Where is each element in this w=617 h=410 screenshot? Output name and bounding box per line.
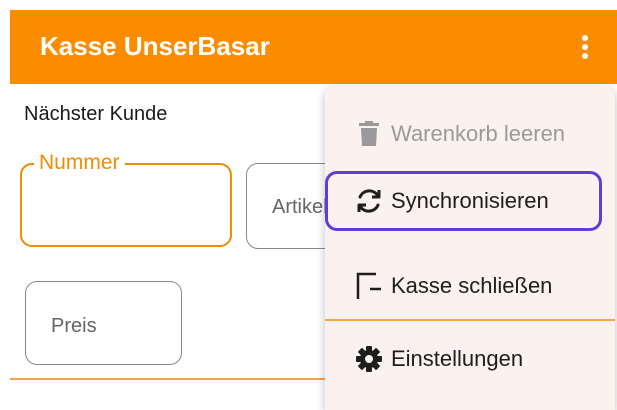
- app-bar: Kasse UnserBasar: [10, 10, 617, 84]
- gear-icon: [351, 341, 387, 377]
- next-customer-label: Nächster Kunde: [24, 103, 168, 125]
- nummer-input[interactable]: Nummer: [20, 152, 232, 247]
- menu-item-einstellungen[interactable]: Einstellungen: [325, 329, 615, 389]
- menu-item-label: Synchronisieren: [391, 188, 549, 213]
- menu-item-label: Kasse schließen: [391, 273, 553, 298]
- app-title: Kasse UnserBasar: [40, 31, 270, 61]
- menu-item-warenkorb-leeren[interactable]: Warenkorb leeren: [325, 104, 615, 164]
- menu-item-label: Einstellungen: [391, 346, 524, 371]
- sync-icon: [351, 183, 387, 219]
- trash-icon: [351, 116, 387, 152]
- menu-item-kasse-schliessen[interactable]: Kasse schließen: [325, 256, 615, 316]
- artikel-label: Artikel: [272, 196, 328, 218]
- content-divider: [10, 378, 340, 380]
- preis-label: Preis: [51, 315, 97, 337]
- overflow-menu-button[interactable]: [568, 30, 602, 64]
- close-register-icon: [351, 268, 387, 304]
- menu-divider: [325, 319, 615, 321]
- nummer-label: Nummer: [34, 152, 125, 174]
- more-vert-icon: [582, 35, 588, 59]
- menu-item-label: Warenkorb leeren: [391, 121, 566, 146]
- menu-item-synchronisieren[interactable]: Synchronisieren: [325, 171, 602, 231]
- overflow-menu: Warenkorb leeren Synchronisieren Kasse s…: [325, 86, 615, 410]
- preis-input[interactable]: Preis: [25, 281, 182, 365]
